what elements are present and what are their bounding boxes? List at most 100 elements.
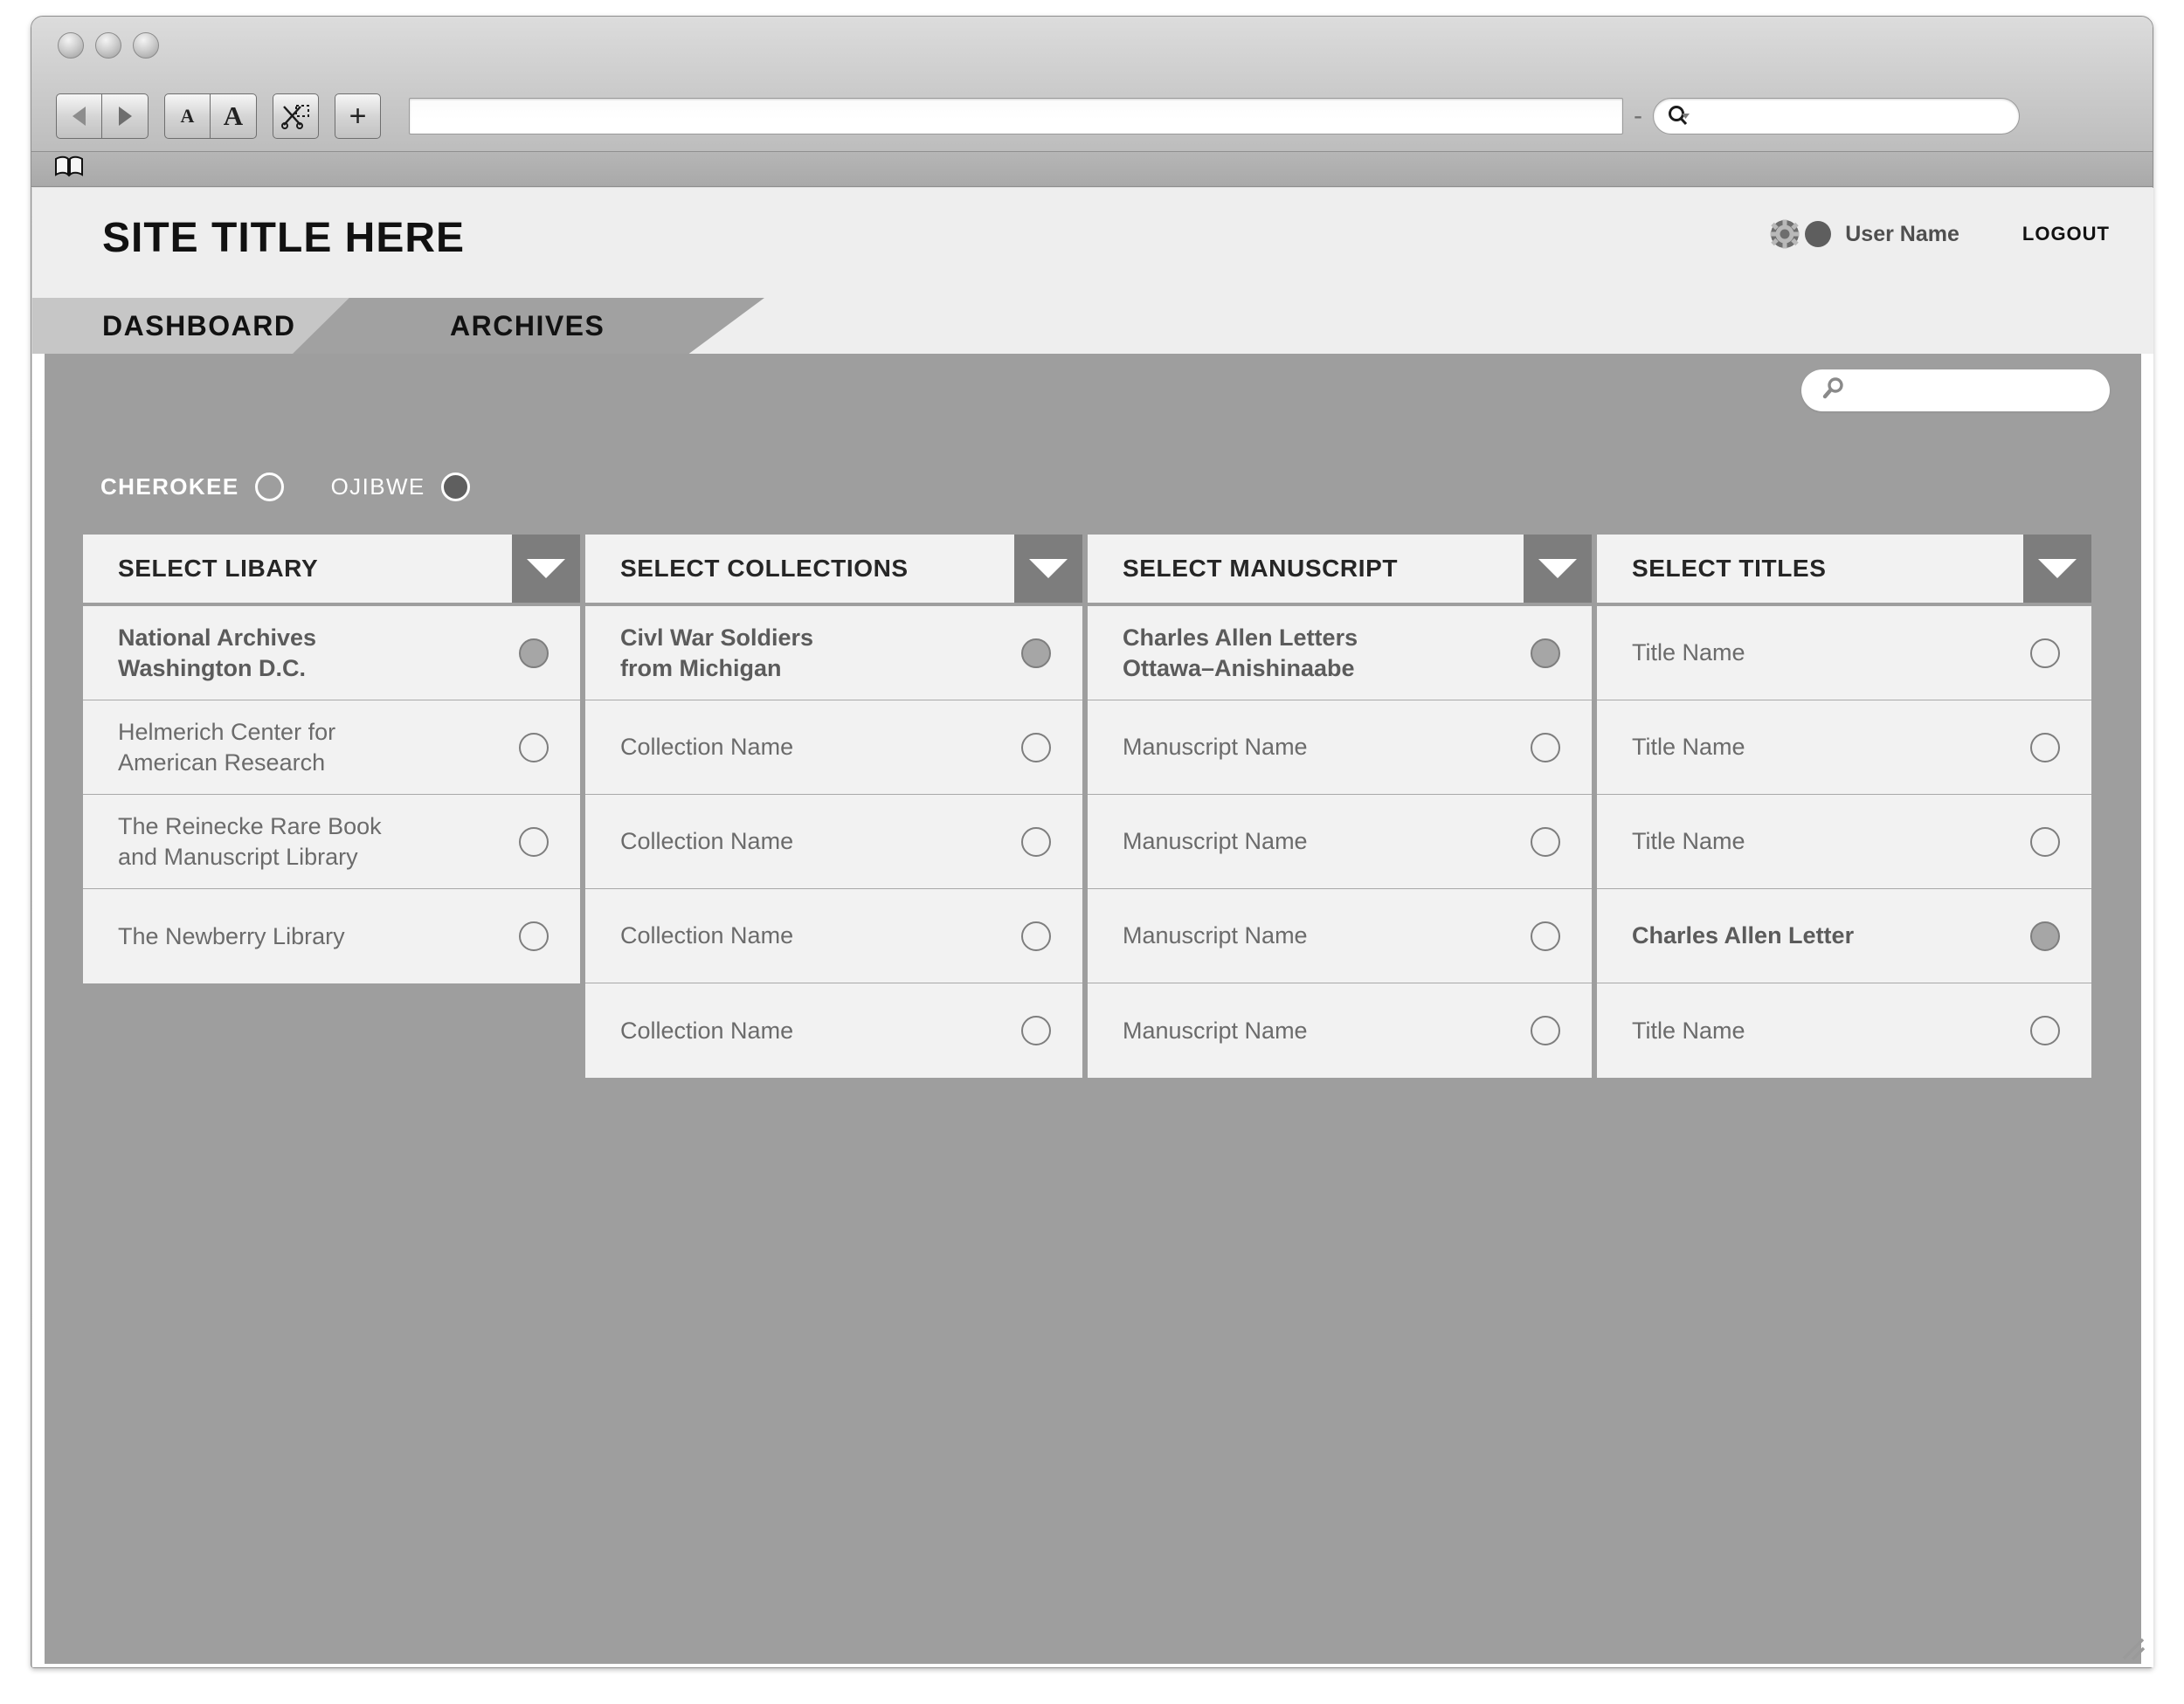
list-item-label: Manuscript Name [1123,1017,1308,1044]
list-item-label: Title Name [1632,1017,1745,1044]
language-filter-cherokee-label: CHEROKEE [100,473,239,500]
window-controls [58,32,159,59]
language-filter-ojibwe-radio[interactable] [440,473,470,501]
language-filter-cherokee-radio[interactable] [254,473,284,501]
snip-button[interactable] [273,93,319,139]
list-item[interactable]: Manuscript Name [1088,983,1592,1078]
forward-button[interactable] [102,93,149,139]
list-item[interactable]: Charles Allen Letter [1597,889,2091,983]
list-item-radio[interactable] [519,826,549,857]
list-item[interactable]: Manuscript Name [1088,889,1592,983]
list-item-label: Title Name [1632,639,1745,666]
close-window-button[interactable] [58,32,84,59]
list-item-radio[interactable] [1531,826,1560,857]
list-item[interactable]: Collection Name [585,889,1082,983]
column-header-label: SELECT MANUSCRIPT [1088,535,1524,603]
list-item-radio[interactable] [1021,826,1051,857]
list-item[interactable]: Helmerich Center for American Research [83,700,580,795]
list-item-radio[interactable] [519,732,549,762]
list-item-label: Collection Name [620,1017,794,1044]
list-item-radio[interactable] [519,921,549,951]
list-item-radio[interactable] [2030,638,2060,668]
list-item[interactable]: Collection Name [585,795,1082,889]
search-icon [1666,104,1692,128]
scissors-icon [280,105,309,129]
zoom-window-button[interactable] [133,32,159,59]
minimize-window-button[interactable] [95,32,121,59]
list-item-radio[interactable] [2030,1016,2060,1045]
column-header-label: SELECT TITLES [1597,535,2023,603]
manuscript-list: Charles Allen Letters Ottawa–Anishinaabe … [1088,606,1592,1078]
tab-bar: DASHBOARD ARCHIVES [32,298,2153,354]
bookmarks-bar [31,152,2153,187]
list-item-label: The Newberry Library [118,922,345,949]
chevron-down-icon [2038,559,2077,578]
list-item[interactable]: Civl War Soldiers from Michigan [585,606,1082,700]
column-dropdown-button[interactable] [512,535,580,603]
column-header[interactable]: SELECT COLLECTIONS [585,535,1082,603]
back-arrow-icon [73,107,86,126]
list-item-radio[interactable] [1021,921,1051,951]
list-item[interactable]: Collection Name [585,700,1082,795]
back-button[interactable] [56,93,102,139]
list-item-label: The Reinecke Rare Book and Manuscript Lib… [118,812,382,870]
list-item-radio[interactable] [1531,638,1560,668]
column-header[interactable]: SELECT LIBARY [83,535,580,603]
column-dropdown-button[interactable] [1014,535,1082,603]
chevron-down-icon [527,559,565,578]
list-item-radio[interactable] [1021,638,1051,668]
list-item[interactable]: Title Name [1597,700,2091,795]
browser-toolbar: A A + - [56,92,2020,141]
address-bar-input[interactable] [409,98,1623,135]
list-item-radio[interactable] [519,638,549,668]
list-item-radio[interactable] [1531,1016,1560,1045]
list-item-radio[interactable] [1021,1016,1051,1045]
browser-search-input[interactable] [1653,98,2020,135]
plus-label: + [349,99,367,133]
toolbar-separator: - [1634,101,1642,130]
list-item[interactable]: Manuscript Name [1088,700,1592,795]
list-item-radio[interactable] [1531,921,1560,951]
list-item[interactable]: Title Name [1597,606,2091,700]
tab-archives-label: ARCHIVES [450,309,605,341]
list-item[interactable]: Manuscript Name [1088,795,1592,889]
library-list: National Archives Washington D.C. Helmeri… [83,606,580,983]
tab-archives[interactable]: ARCHIVES [293,298,764,354]
gear-icon[interactable] [1770,219,1800,249]
list-item[interactable]: Title Name [1597,795,2091,889]
column-select-library: SELECT LIBARY National Archives Washingto… [83,535,580,983]
list-item-label: Collection Name [620,828,794,855]
column-header[interactable]: SELECT TITLES [1597,535,2091,603]
list-item-label: Manuscript Name [1123,922,1308,949]
list-item-label: Helmerich Center for American Research [118,718,336,776]
list-item[interactable]: The Reinecke Rare Book and Manuscript Lib… [83,795,580,889]
list-item[interactable]: The Newberry Library [83,889,580,983]
tab-dashboard-label: DASHBOARD [102,309,296,341]
titles-list: Title Name Title Name Title Name Charles… [1597,606,2091,1078]
column-dropdown-button[interactable] [1524,535,1592,603]
site-header: SITE TITLE HERE User Name LOGOUT [32,188,2153,298]
column-dropdown-button[interactable] [2023,535,2091,603]
new-tab-button[interactable]: + [335,93,381,139]
list-item[interactable]: Collection Name [585,983,1082,1078]
list-item-radio[interactable] [2030,732,2060,762]
logout-button[interactable]: LOGOUT [2022,223,2110,245]
list-item[interactable]: National Archives Washington D.C. [83,606,580,700]
list-item-radio[interactable] [2030,921,2060,951]
avatar[interactable] [1805,221,1832,247]
text-smaller-button[interactable]: A [164,93,211,139]
text-larger-button[interactable]: A [211,93,257,139]
list-item-radio[interactable] [2030,826,2060,857]
list-item-radio[interactable] [1531,732,1560,762]
list-item[interactable]: Title Name [1597,983,2091,1078]
archives-search-input[interactable] [1801,369,2110,411]
list-item[interactable]: Charles Allen Letters Ottawa–Anishinaabe [1088,606,1592,700]
column-select-titles: SELECT TITLES Title Name Title Name Titl… [1597,535,2091,1078]
search-icon [1821,376,1847,406]
list-item-radio[interactable] [1021,732,1051,762]
window-resize-grip[interactable] [2117,1632,2146,1662]
list-item-label: National Archives Washington D.C. [118,624,317,681]
open-book-icon[interactable] [54,155,84,183]
column-header[interactable]: SELECT MANUSCRIPT [1088,535,1592,603]
list-item-label: Title Name [1632,734,1745,761]
